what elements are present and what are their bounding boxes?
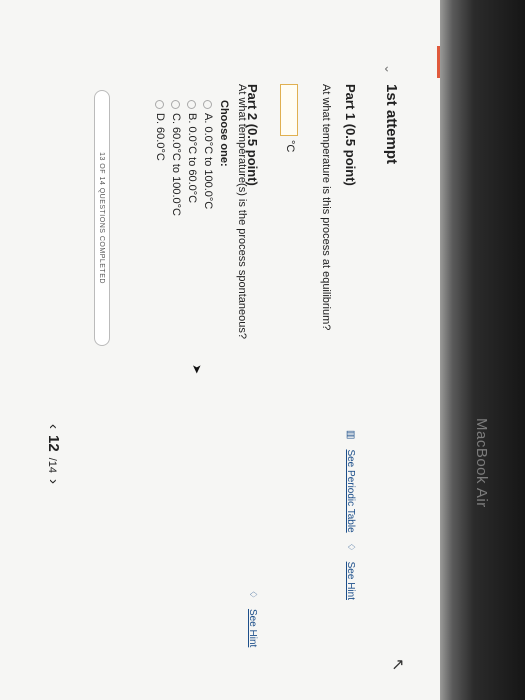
radio-button[interactable] (187, 100, 197, 109)
radio-button[interactable] (155, 100, 165, 109)
attempt-title[interactable]: 1st attempt (383, 84, 400, 164)
see-periodic-table-link[interactable]: See Periodic Table (345, 449, 356, 532)
temperature-answer-input[interactable] (280, 84, 298, 136)
part2-see-hint-link[interactable]: See Hint (247, 609, 258, 647)
option-label[interactable]: A. 0.0°C to 100.0°C (202, 113, 214, 209)
part1-title: Part 1 (0.5 point) (343, 84, 358, 186)
hint-lightbulb-icon[interactable]: ♢ (247, 590, 258, 599)
unit-label: °C (284, 140, 296, 153)
radio-button[interactable] (171, 100, 181, 109)
option-label[interactable]: C. 60.0°C to 100.0°C (170, 113, 182, 216)
chevron-down-icon[interactable]: ⌄ (382, 64, 396, 74)
option-a[interactable]: A. 0.0°C to 100.0°C (202, 100, 214, 209)
total-questions: /14 (46, 457, 58, 473)
part1-see-hint-link[interactable]: See Hint (345, 562, 356, 600)
next-question-button[interactable]: › (45, 479, 62, 484)
part2-links: ♢ See Hint (247, 590, 258, 647)
part1-links: ▥ See Periodic Table ♢ See Hint (345, 430, 356, 600)
mouse-cursor-icon: ➤ (190, 364, 204, 375)
quiz-screen: ⌄ 1st attempt ↖ Part 1 (0.5 point) ▥ See… (0, 0, 440, 700)
option-label[interactable]: B. 0.0°C to 60.0°C (186, 113, 198, 203)
periodic-table-icon[interactable]: ▥ (345, 430, 356, 439)
option-label[interactable]: D. 60.0°C (154, 113, 166, 161)
current-question-number: 12 (45, 435, 62, 452)
device-brand-label: MacBook Air (473, 418, 490, 508)
radio-button[interactable] (203, 100, 213, 109)
expand-arrow-icon[interactable]: ↖ (388, 658, 408, 671)
hint-lightbulb-icon[interactable]: ♢ (345, 543, 356, 552)
option-b[interactable]: B. 0.0°C to 60.0°C (186, 100, 198, 203)
choose-one-label: Choose one: (218, 100, 230, 167)
photo-frame: ⌄ 1st attempt ↖ Part 1 (0.5 point) ▥ See… (0, 0, 525, 700)
progress-indicator: 13 OF 14 QUESTIONS COMPLETED (94, 90, 110, 346)
laptop-bezel (440, 0, 525, 700)
option-c[interactable]: C. 60.0°C to 100.0°C (170, 100, 182, 216)
option-d[interactable]: D. 60.0°C (154, 100, 166, 161)
part1-question: At what temperature is this process at e… (320, 84, 332, 331)
prev-question-button[interactable]: ‹ (45, 424, 62, 429)
question-pager: ‹ 12 /14 › (45, 424, 62, 484)
part2-question: At what temperature(s) is the process sp… (236, 84, 248, 339)
